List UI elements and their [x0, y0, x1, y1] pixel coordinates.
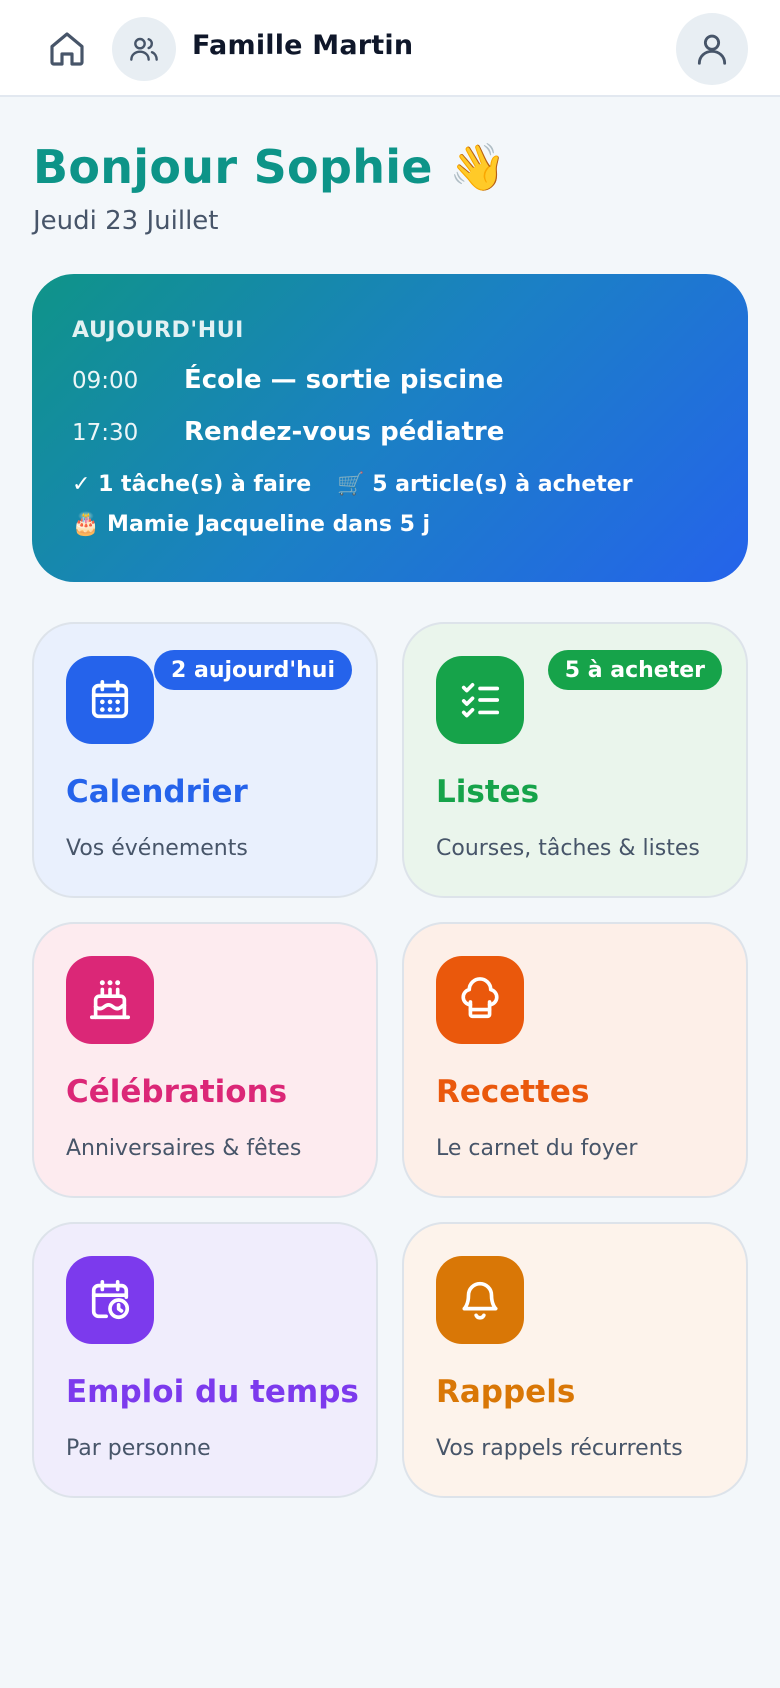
tile-subtitle: Courses, tâches & listes: [436, 836, 700, 861]
birthday-reminder: 🎂 Mamie Jacqueline dans 5 j: [72, 512, 430, 537]
today-events-badge: 2 aujourd'hui: [154, 650, 352, 690]
event-time: 17:30: [72, 420, 139, 446]
family-name[interactable]: Famille Martin: [192, 30, 413, 61]
home-button[interactable]: [44, 26, 90, 72]
shopping-badge: 5 à acheter: [547, 650, 722, 690]
tile-celebrations[interactable]: Célébrations Anniversaires & fêtes: [32, 922, 378, 1198]
tile-subtitle: Anniversaires & fêtes: [66, 1136, 302, 1161]
chef-hat-icon-box: [436, 956, 524, 1044]
home-icon: [50, 32, 84, 66]
today-counts: ✓ 1 tâche(s) à faire 🛒 5 article(s) à ac…: [72, 472, 633, 497]
calendar-icon-box: [66, 656, 154, 744]
tile-title: Recettes: [436, 1074, 590, 1110]
bell-icon-box: [436, 1256, 524, 1344]
tile-rappels[interactable]: Rappels Vos rappels récurrents: [402, 1222, 748, 1498]
current-date: Jeudi 23 Juillet: [33, 206, 219, 236]
today-summary-card[interactable]: AUJOURD'HUI 09:00 École — sortie piscine…: [32, 274, 748, 582]
top-bar: Famille Martin: [0, 0, 780, 97]
tile-title: Calendrier: [66, 774, 248, 810]
tile-subtitle: Le carnet du foyer: [436, 1136, 638, 1161]
event-title[interactable]: Rendez-vous pédiatre: [184, 417, 504, 447]
tile-subtitle: Vos rappels récurrents: [436, 1436, 683, 1461]
checklist-icon: [461, 683, 500, 718]
tile-recettes[interactable]: Recettes Le carnet du foyer: [402, 922, 748, 1198]
calendar-clock-icon-box: [66, 1256, 154, 1344]
today-label: AUJOURD'HUI: [72, 318, 244, 343]
users-icon: [130, 37, 158, 61]
tile-subtitle: Vos événements: [66, 836, 248, 861]
user-icon: [697, 34, 727, 65]
tile-title: Listes: [436, 774, 540, 810]
calendar-icon: [91, 679, 129, 719]
tile-emploi-du-temps[interactable]: Emploi du temps Par personne: [32, 1222, 378, 1498]
bell-icon: [462, 1281, 498, 1320]
shopping-count: 🛒 5 article(s) à acheter: [337, 472, 633, 497]
tile-calendrier[interactable]: 2 aujourd'hui Calendrier Vos événements: [32, 622, 378, 898]
family-avatar[interactable]: [112, 17, 176, 81]
event-time: 09:00: [72, 368, 139, 394]
tile-title: Célébrations: [66, 1074, 288, 1110]
event-title[interactable]: École — sortie piscine: [184, 365, 503, 395]
profile-button[interactable]: [676, 13, 748, 85]
tasks-count: ✓ 1 tâche(s) à faire: [72, 472, 312, 497]
tile-title: Rappels: [436, 1374, 576, 1410]
cake-icon-box: [66, 956, 154, 1044]
cake-icon: [89, 980, 131, 1020]
checklist-icon-box: [436, 656, 524, 744]
chef-hat-icon: [461, 977, 499, 1019]
tile-listes[interactable]: 5 à acheter Listes Courses, tâches & lis…: [402, 622, 748, 898]
tile-title: Emploi du temps: [66, 1374, 359, 1410]
calendar-clock-icon: [91, 1279, 130, 1320]
greeting-title: Bonjour Sophie 👋: [33, 140, 507, 194]
tile-subtitle: Par personne: [66, 1436, 211, 1461]
birthday-text: 🎂 Mamie Jacqueline dans 5 j: [72, 512, 431, 537]
